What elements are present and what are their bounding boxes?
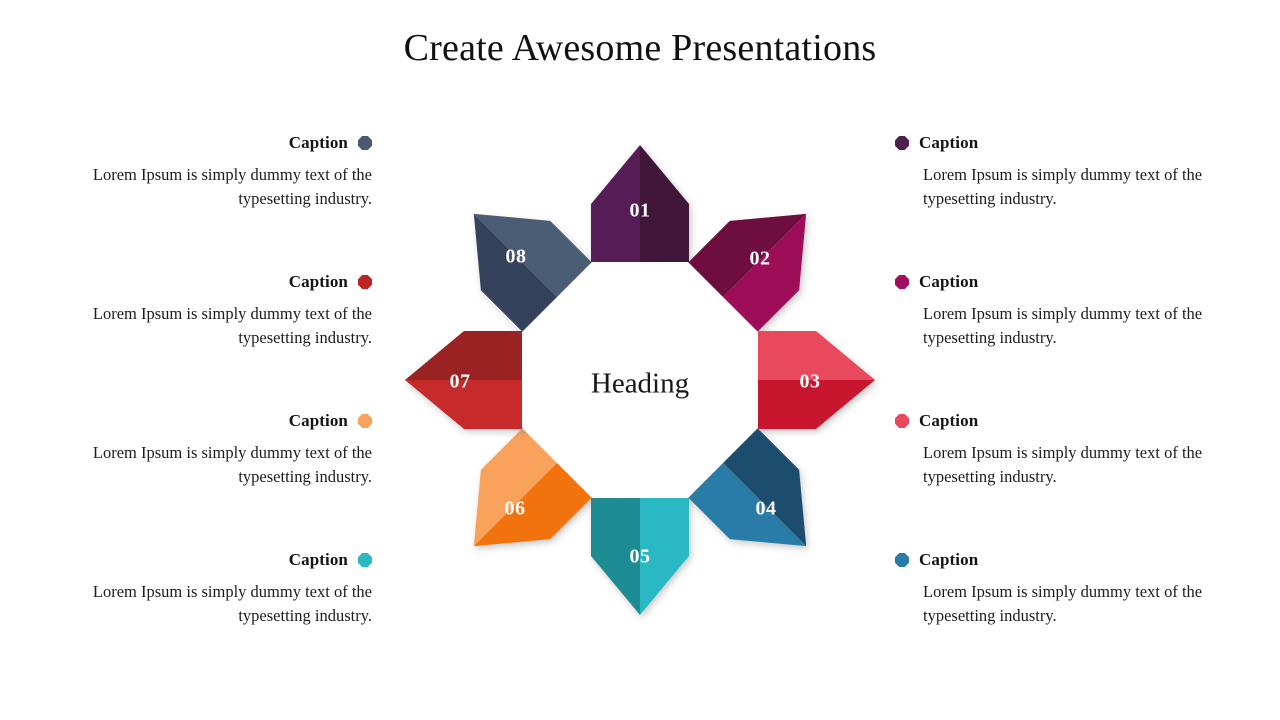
caption-header: Caption [895,132,1225,154]
petal-07-number: 07 [450,371,471,393]
caption-item-06[interactable]: Caption Lorem Ipsum is simply dummy text… [42,410,372,549]
bullet-dot-icon [358,553,372,567]
caption-item-02[interactable]: Caption Lorem Ipsum is simply dummy text… [895,271,1225,410]
caption-title: Caption [288,272,348,291]
caption-body: Lorem Ipsum is simply dummy text of the … [92,165,372,208]
slide-canvas: Create Awesome Presentations Caption Lor… [0,0,1280,720]
caption-item-05[interactable]: Caption Lorem Ipsum is simply dummy text… [42,549,372,688]
caption-item-07[interactable]: Caption Lorem Ipsum is simply dummy text… [42,271,372,410]
caption-body: Lorem Ipsum is simply dummy text of the … [923,582,1203,625]
caption-title: Caption [288,550,348,569]
petal-02-number: 02 [750,248,771,270]
bullet-dot-icon [358,414,372,428]
page-title: Create Awesome Presentations [403,27,877,69]
petal-01-number: 01 [630,200,651,222]
caption-header: Caption [895,271,1225,293]
caption-header: Caption [42,549,372,571]
caption-column-left: Caption Lorem Ipsum is simply dummy text… [42,132,372,688]
bullet-dot-icon [895,553,909,567]
bullet-dot-icon [895,275,909,289]
caption-header: Caption [42,132,372,154]
caption-title: Caption [288,411,348,430]
petal-05-number: 05 [630,546,651,568]
caption-header: Caption [895,549,1225,571]
caption-title: Caption [288,133,348,152]
caption-item-08[interactable]: Caption Lorem Ipsum is simply dummy text… [42,132,372,271]
caption-title: Caption [919,411,979,430]
bullet-dot-icon [895,136,909,150]
caption-item-03[interactable]: Caption Lorem Ipsum is simply dummy text… [895,410,1225,549]
petal-wheel-diagram: 01 02 03 04 05 06 07 08 Heading [398,138,882,622]
caption-title: Caption [919,133,979,152]
petal-04-number: 04 [756,498,777,520]
caption-body: Lorem Ipsum is simply dummy text of the … [923,443,1203,486]
caption-item-04[interactable]: Caption Lorem Ipsum is simply dummy text… [895,549,1225,688]
caption-title: Caption [919,272,979,291]
bullet-dot-icon [895,414,909,428]
bullet-dot-icon [358,275,372,289]
caption-header: Caption [42,410,372,432]
center-heading-label: Heading [591,368,689,400]
caption-column-right: Caption Lorem Ipsum is simply dummy text… [895,132,1225,688]
caption-header: Caption [895,410,1225,432]
caption-body: Lorem Ipsum is simply dummy text of the … [923,304,1203,347]
petal-03-number: 03 [800,371,821,393]
caption-body: Lorem Ipsum is simply dummy text of the … [92,443,372,486]
caption-title: Caption [919,550,979,569]
petal-06-number: 06 [505,498,526,520]
petal-08-number: 08 [506,246,527,268]
caption-header: Caption [42,271,372,293]
caption-body: Lorem Ipsum is simply dummy text of the … [92,304,372,347]
caption-body: Lorem Ipsum is simply dummy text of the … [923,165,1203,208]
bullet-dot-icon [358,136,372,150]
caption-body: Lorem Ipsum is simply dummy text of the … [92,582,372,625]
caption-item-01[interactable]: Caption Lorem Ipsum is simply dummy text… [895,132,1225,271]
